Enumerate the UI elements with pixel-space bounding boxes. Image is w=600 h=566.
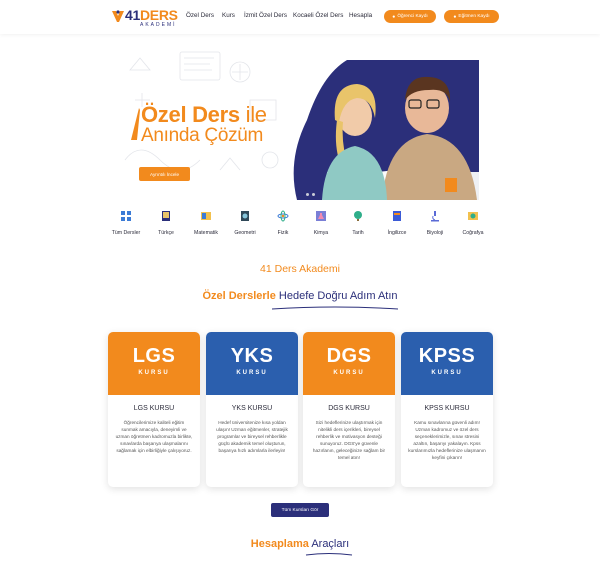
- course-banner: KPSS KURSU: [401, 332, 493, 395]
- map-icon: [468, 212, 478, 220]
- course-kurs-label: KURSU: [236, 370, 268, 376]
- logo-number: 41: [125, 7, 140, 23]
- subject-label: Türkçe: [158, 230, 174, 236]
- subject-turkce[interactable]: Türkçe: [146, 210, 186, 236]
- calc-tools-title: Hesaplama Araçları: [0, 538, 600, 550]
- course-code: DGS: [326, 345, 372, 367]
- course-kurs-label: KURSU: [431, 370, 463, 376]
- logo-mark-icon: [112, 10, 124, 22]
- hero-photo: [293, 60, 479, 200]
- microscope-icon: [431, 211, 439, 222]
- course-kurs-label: KURSU: [138, 370, 170, 376]
- logo-subtitle: AKADEMİ: [140, 22, 177, 28]
- course-card-lgs[interactable]: LGS KURSU LGS KURSU Öğrencilerimize kali…: [108, 332, 200, 487]
- geometry-book-icon: [241, 211, 249, 221]
- student-register-button[interactable]: ● Öğrenci Kaydı: [384, 10, 436, 23]
- subject-label: Fizik: [277, 230, 289, 236]
- subject-label: Tüm Dersler: [111, 230, 141, 236]
- section-subtitle: Özel Derslerle Hedefe Doğru Adım Atın: [0, 290, 600, 302]
- calc-title-underline: [305, 553, 353, 556]
- grid-icon: [121, 211, 131, 221]
- slider-dot[interactable]: [306, 193, 309, 196]
- subject-matematik[interactable]: Matematik: [186, 210, 226, 236]
- subject-all[interactable]: Tüm Dersler: [106, 210, 146, 236]
- course-kurs-label: KURSU: [333, 370, 365, 376]
- hero-title-rest: ile: [239, 102, 267, 127]
- teacher-register-label: Eğitmen Kaydı: [458, 14, 490, 19]
- hero-title-bold: Özel Ders: [141, 102, 240, 127]
- subject-label: Kimya: [313, 230, 329, 236]
- course-description: Öğrencilerimize kaliteli eğitim sunmak a…: [115, 420, 193, 453]
- course-card-yks[interactable]: YKS KURSU YKS KURSU Hedef üniversitenize…: [206, 332, 298, 487]
- globe-icon: [354, 211, 362, 221]
- section-subtitle-navy: Hedefe Doğru Adım Atın: [278, 290, 398, 302]
- course-description: Hedef üniversitenize kısa yoldan ulaşın!…: [216, 420, 288, 453]
- student-register-label: Öğrenci Kaydı: [397, 14, 428, 19]
- subject-biyoloji[interactable]: Biyoloji: [415, 210, 455, 236]
- subject-tarih[interactable]: Tarih: [338, 210, 378, 236]
- subject-geometri[interactable]: Geometri: [225, 210, 265, 236]
- user-icon: ●: [453, 13, 457, 20]
- nav-ozel-ders[interactable]: Özel Ders: [186, 12, 214, 19]
- calc-title-orange: Hesaplama: [250, 538, 309, 550]
- subtitle-underline: [271, 306, 399, 310]
- hero-slider-dots: [300, 193, 315, 196]
- atom-icon: [277, 210, 289, 222]
- hero-title-line2: Anında Çözüm: [141, 125, 264, 146]
- site-header: 41 DERS AKADEMİ Özel Ders Kurs İzmit Öze…: [0, 0, 600, 34]
- subject-kimya[interactable]: Kimya: [301, 210, 341, 236]
- course-banner: DGS KURSU: [303, 332, 395, 395]
- subject-label: Tarih: [352, 230, 364, 236]
- calc-title-navy: Araçları: [311, 538, 350, 550]
- course-description: Sizi hedeflerinize ulaştırmak için nitel…: [312, 420, 386, 460]
- course-banner: YKS KURSU: [206, 332, 298, 395]
- dictionary-icon: [393, 211, 401, 221]
- slider-dot[interactable]: [300, 193, 303, 196]
- subject-label: Geometri: [234, 230, 256, 236]
- subject-label: Matematik: [194, 230, 218, 236]
- course-description: Kamu sınavlarına güvenli adım! Uzman kad…: [408, 420, 486, 460]
- nav-kocaeli-ozel-ders[interactable]: Kocaeli Özel Ders: [293, 12, 343, 19]
- subject-fizik[interactable]: Fizik: [263, 210, 303, 236]
- course-code: YKS: [230, 345, 274, 367]
- book-icon: [162, 211, 170, 221]
- nav-izmit-ozel-ders[interactable]: İzmit Özel Ders: [244, 12, 287, 19]
- subject-ingilizce[interactable]: İngilizce: [377, 210, 417, 236]
- slider-dot[interactable]: [312, 193, 315, 196]
- nav-hesapla[interactable]: Hesapla: [349, 12, 372, 19]
- course-name: KPSS KURSU: [424, 405, 470, 412]
- subject-cografya[interactable]: Coğrafya: [453, 210, 493, 236]
- hero-details-button[interactable]: Ayrıntılı İncele: [139, 167, 190, 181]
- calculator-icon: [201, 212, 211, 220]
- nav-kurs[interactable]: Kurs: [222, 12, 235, 19]
- subject-label: Biyoloji: [426, 230, 444, 236]
- all-courses-button[interactable]: Tüm Kursları Gör: [271, 503, 329, 517]
- course-card-dgs[interactable]: DGS KURSU DGS KURSU Sizi hedeflerinize u…: [303, 332, 395, 487]
- site-logo[interactable]: 41 DERS AKADEMİ: [111, 7, 178, 29]
- course-name: DGS KURSU: [328, 405, 370, 412]
- course-card-kpss[interactable]: KPSS KURSU KPSS KURSU Kamu sınavlarına g…: [401, 332, 493, 487]
- course-code: KPSS: [418, 345, 476, 367]
- subject-label: İngilizce: [387, 230, 407, 236]
- subject-label: Coğrafya: [462, 230, 484, 236]
- teacher-register-button[interactable]: ● Eğitmen Kaydı: [444, 10, 499, 23]
- course-code: LGS: [132, 345, 176, 367]
- section-subtitle-orange: Özel Derslerle: [202, 290, 276, 302]
- course-banner: LGS KURSU: [108, 332, 200, 395]
- section-title: 41 Ders Akademi: [260, 263, 340, 275]
- course-name: YKS KURSU: [231, 405, 273, 412]
- course-name: LGS KURSU: [133, 405, 175, 412]
- hero-accent-shape: [131, 108, 140, 140]
- user-icon: ●: [392, 13, 396, 20]
- logo-word: DERS: [140, 7, 178, 23]
- flask-icon: [316, 211, 326, 221]
